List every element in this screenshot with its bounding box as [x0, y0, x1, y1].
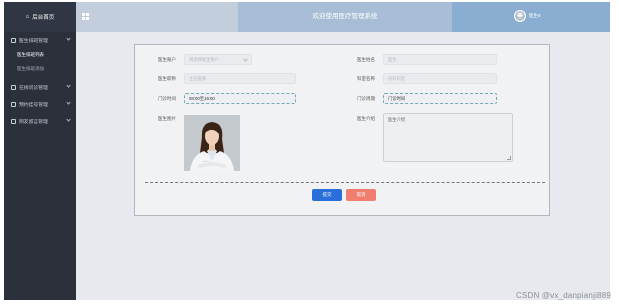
- sidebar-group-schedule[interactable]: 医生排班管理: [4, 32, 76, 48]
- folder-icon: [11, 84, 16, 90]
- sidebar-item-label: 医生排班添加: [17, 66, 44, 71]
- doctor-title-input[interactable]: 主任医师: [184, 73, 296, 84]
- intro-value: 医生介绍: [388, 117, 406, 122]
- doctor-title-label: 医生职称: [158, 76, 176, 81]
- clinic-time-input[interactable]: 08:00至16:00: [184, 93, 296, 104]
- sidebar-group-appointment[interactable]: 预约挂号管理: [4, 96, 76, 112]
- clinic-days-label: 门诊周期: [357, 96, 375, 101]
- sidebar-home[interactable]: ⌂ 后台首页: [4, 2, 76, 32]
- submit-button[interactable]: 提交: [312, 189, 342, 201]
- sidebar: ⌂ 后台首页 医生排班管理 医生排班列表 医生排班添加 在线问诊管理 预约挂号管…: [4, 2, 76, 300]
- user-menu[interactable]: 医生9: [514, 10, 541, 22]
- folder-icon: [11, 118, 16, 124]
- photo-label: 医生图片: [158, 116, 176, 121]
- department-placeholder: 内科科室: [388, 76, 406, 81]
- folder-icon: [11, 37, 16, 43]
- clinic-time-value: 08:00至16:00: [189, 96, 215, 101]
- clinic-days-input[interactable]: 门诊时间: [383, 93, 497, 104]
- sidebar-group-label: 网友留言管理: [19, 119, 48, 125]
- sidebar-item-schedule-list[interactable]: 医生排班列表: [4, 48, 76, 62]
- intro-label: 医生介绍: [357, 116, 375, 121]
- chevron-down-icon: [66, 36, 71, 41]
- doctor-portrait-image: [184, 115, 240, 171]
- cancel-button[interactable]: 取消: [346, 189, 376, 201]
- sidebar-group-consult[interactable]: 在线问诊管理: [4, 79, 76, 95]
- sidebar-group-label: 在线问诊管理: [19, 85, 48, 91]
- department-input[interactable]: 内科科室: [383, 73, 497, 84]
- folder-icon: [11, 101, 16, 107]
- chevron-down-icon: [243, 57, 248, 62]
- resize-handle-icon[interactable]: [507, 156, 511, 160]
- clinic-time-label: 门诊时间: [158, 96, 176, 101]
- watermark: CSDN @vx_danpianji889: [515, 291, 611, 300]
- doctor-name-label: 医生姓名: [357, 57, 375, 62]
- doctor-name-placeholder: 医生: [388, 57, 397, 62]
- doctor-title-placeholder: 主任医师: [189, 76, 207, 81]
- form-divider: [145, 182, 545, 183]
- topbar-left: [76, 2, 238, 32]
- sidebar-group-label: 预约挂号管理: [19, 102, 48, 108]
- doctor-name-input[interactable]: 医生: [383, 54, 497, 65]
- page-title: 欢迎使用医疗管理系统: [312, 13, 378, 20]
- topbar: 欢迎使用医疗管理系统 医生9: [76, 2, 610, 32]
- sidebar-item-schedule-add[interactable]: 医生排班添加: [4, 62, 76, 76]
- doctor-account-placeholder: 请选择医生账户: [189, 57, 220, 62]
- home-icon: ⌂: [25, 14, 30, 20]
- sidebar-item-label: 医生排班列表: [17, 52, 44, 57]
- user-name: 医生9: [529, 13, 541, 18]
- sidebar-home-label: 后台首页: [32, 15, 55, 21]
- intro-textarea[interactable]: 医生介绍: [383, 113, 513, 162]
- doctor-account-label: 医生账户: [158, 57, 176, 62]
- doctor-account-select[interactable]: 请选择医生账户: [184, 54, 252, 65]
- chevron-down-icon: [66, 83, 71, 88]
- chevron-down-icon: [66, 117, 71, 122]
- doctor-photo[interactable]: [184, 115, 240, 171]
- sidebar-group-label: 医生排班管理: [19, 38, 48, 44]
- clinic-days-value: 门诊时间: [388, 96, 406, 101]
- avatar: [514, 10, 526, 22]
- chevron-down-icon: [66, 100, 71, 105]
- grid-menu-icon[interactable]: [82, 13, 89, 20]
- department-label: 科室名称: [357, 76, 375, 81]
- sidebar-group-messages[interactable]: 网友留言管理: [4, 113, 76, 129]
